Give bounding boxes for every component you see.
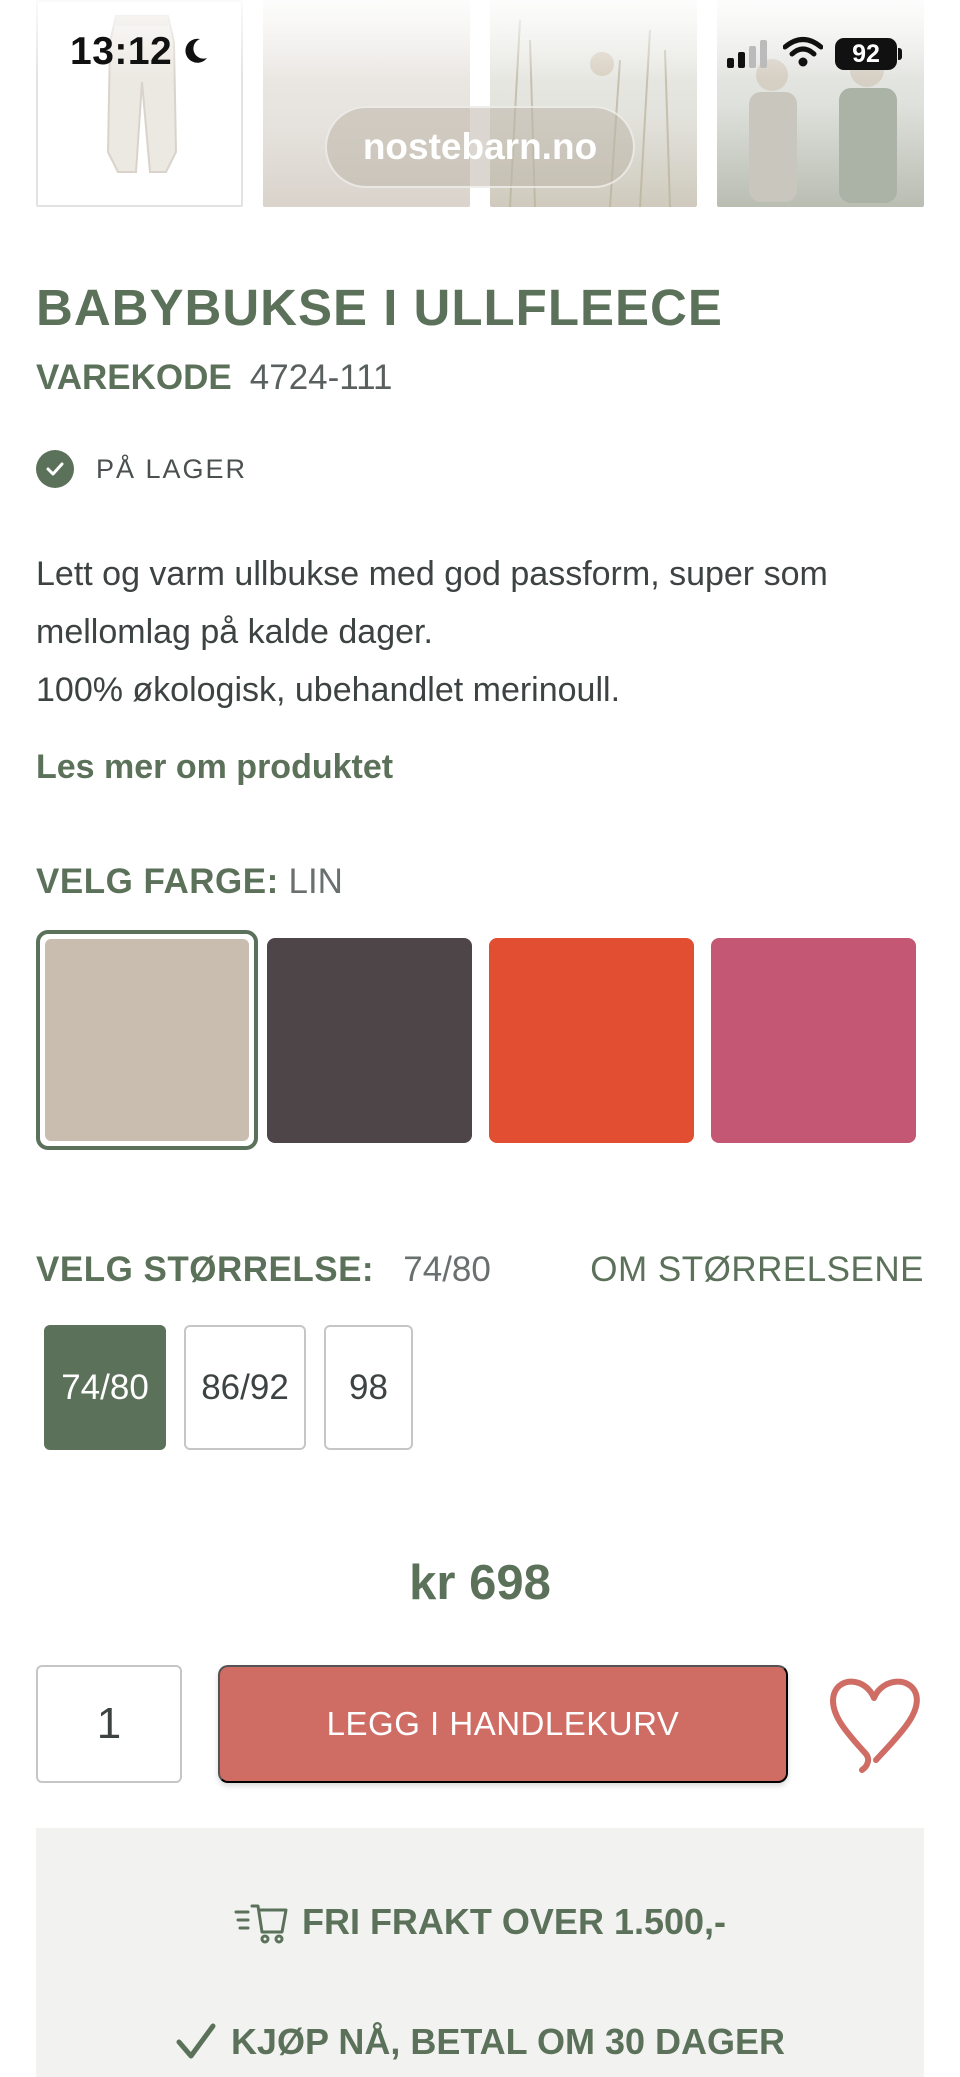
description-line: Lett og varm ullbukse med god passform, … xyxy=(36,555,828,593)
product-price: kr 698 xyxy=(409,1556,551,1610)
size-option-98[interactable]: 98 xyxy=(324,1325,413,1450)
free-shipping-text: FRI FRAKT OVER 1.500,- xyxy=(301,1901,727,1942)
product-code-label: VAREKODE xyxy=(36,358,232,397)
wifi-icon xyxy=(783,37,823,67)
children-image xyxy=(749,53,897,203)
description-line: mellomlag på kalde dager. xyxy=(36,613,433,651)
check-circle-icon xyxy=(36,450,74,488)
product-description: Lett og varm ullbukse med god passform, … xyxy=(36,545,936,719)
size-option-74-80[interactable]: 74/80 xyxy=(44,1325,166,1450)
size-guide-link[interactable]: OM STØRRELSENE xyxy=(590,1250,924,1290)
swatch-fill xyxy=(45,939,249,1141)
battery-tip xyxy=(898,48,902,60)
color-swatch-lin[interactable] xyxy=(36,930,258,1150)
signal-icon xyxy=(727,40,767,68)
product-code-row: VAREKODE 4724-111 xyxy=(36,358,392,398)
heart-icon[interactable] xyxy=(826,1670,922,1778)
size-label: VELG STØRRELSE: xyxy=(36,1250,375,1289)
pay-later-line: KJØP NÅ, BETAL OM 30 DAGER xyxy=(36,2021,924,2063)
selected-size: 74/80 xyxy=(403,1250,491,1289)
color-swatch-rose[interactable] xyxy=(711,938,916,1143)
pay-later-text: KJØP NÅ, BETAL OM 30 DAGER xyxy=(230,2021,786,2062)
url-bar[interactable]: nostebarn.no xyxy=(325,106,635,188)
battery-level: 92 xyxy=(835,38,897,70)
checkmark-icon xyxy=(176,2023,216,2059)
color-label: VELG FARGE: xyxy=(36,862,279,901)
product-title: BABYBUKSE I ULLFLEECE xyxy=(36,279,723,336)
moon-icon xyxy=(185,38,207,63)
color-swatch-dark-grey[interactable] xyxy=(267,938,472,1143)
size-label-row: VELG STØRRELSE: 74/80 OM STØRRELSENE xyxy=(36,1250,924,1290)
thumbnail-children[interactable] xyxy=(717,0,924,207)
stock-text: PÅ LAGER xyxy=(96,453,248,484)
color-swatches xyxy=(36,930,926,1150)
size-option-86-92[interactable]: 86/92 xyxy=(184,1325,306,1450)
product-code: 4724-111 xyxy=(249,358,393,397)
quantity-input[interactable]: 1 xyxy=(36,1665,182,1783)
add-to-cart-button[interactable]: LEGG I HANDLEKURV xyxy=(218,1665,788,1783)
read-more-link[interactable]: Les mer om produktet xyxy=(36,748,393,787)
color-label-row: VELG FARGE: LIN xyxy=(36,862,343,902)
stock-status: PÅ LAGER xyxy=(36,450,247,488)
status-time: 13:12 xyxy=(70,30,173,73)
size-options: 74/80 86/92 98 xyxy=(44,1325,413,1450)
shipping-cart-icon xyxy=(234,1904,288,1944)
color-swatch-orange[interactable] xyxy=(489,938,694,1143)
selected-color: LIN xyxy=(288,862,343,901)
description-line: 100% økologisk, ubehandlet merinoull. xyxy=(36,671,621,709)
free-shipping-line: FRI FRAKT OVER 1.500,- xyxy=(36,1900,924,1944)
info-box: FRI FRAKT OVER 1.500,- KJØP NÅ, BETAL OM… xyxy=(36,1828,924,2077)
